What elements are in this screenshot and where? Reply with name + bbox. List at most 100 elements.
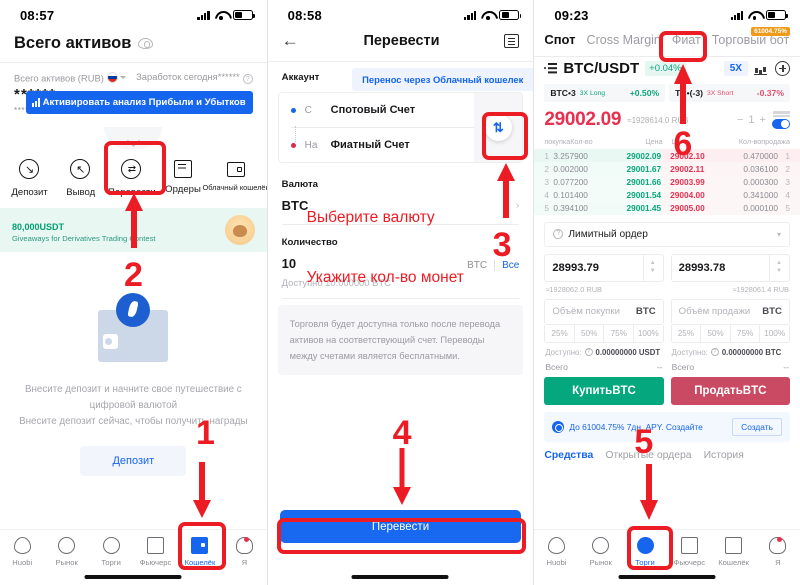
buy-button[interactable]: КупитьBTC (544, 376, 664, 405)
tab-cross-margin[interactable]: Cross Margin (587, 33, 661, 47)
promo-banner[interactable]: 80,000USDT Giveaways for Derivatives Tra… (0, 208, 267, 252)
sell-pct-50[interactable]: 50% (700, 324, 730, 342)
amount-input[interactable]: 10 (282, 256, 296, 271)
nav-futures[interactable]: Фьючерс (667, 537, 711, 567)
buy-pct-100[interactable]: 100% (633, 324, 663, 342)
sell-pct-100[interactable]: 100% (759, 324, 789, 342)
stepper-up-icon[interactable]: ▲ (650, 260, 656, 266)
sell-button[interactable]: ПродатьBTC (670, 376, 790, 405)
apy-create-button[interactable]: Создать (732, 417, 782, 436)
sell-avail-value: 0.00000000 BTC (721, 347, 782, 357)
home-indicator (618, 575, 716, 579)
swap-vertical-icon[interactable]: ⇅ (484, 114, 512, 141)
nav-market[interactable]: Рынок (579, 537, 623, 567)
nav-profile[interactable]: Я (222, 537, 266, 567)
trade-icon (636, 537, 654, 554)
action-withdraw[interactable]: ↖ Вывод (55, 159, 106, 198)
deposit-button[interactable]: Депозит (80, 446, 187, 476)
arrow-up-circle-icon: ↖ (69, 159, 90, 179)
tab-fiat[interactable]: Фиат (672, 33, 701, 47)
panel-transfer: 08:58 ← Перевести Аккаунт Перенос через … (266, 0, 534, 585)
depth-toggle-icon (771, 118, 790, 129)
nav-profile[interactable]: Я (756, 537, 800, 567)
annotation-step-5: 5 (634, 423, 654, 461)
orderbook-row[interactable]: 5 0.394100 29001.45 29005.00 0.000100 5 (534, 201, 800, 215)
nav-trade[interactable]: Торги (89, 537, 133, 567)
chevron-right-icon: › (515, 199, 520, 212)
ask-price: 29002.11 (670, 163, 705, 174)
chevron-down-icon[interactable] (119, 76, 126, 80)
battery-icon (499, 10, 522, 20)
trade-icon (102, 537, 120, 554)
depth-stepper[interactable]: − 1 + (737, 114, 766, 126)
records-icon[interactable] (504, 34, 520, 48)
tab-funds[interactable]: Средства (544, 450, 593, 461)
stepper-down-icon[interactable]: ▼ (650, 268, 656, 274)
buy-pct-25[interactable]: 25% (545, 325, 574, 342)
order-type-select[interactable]: ? Лимитный ордер ▾ (544, 221, 790, 247)
battery-icon (232, 10, 255, 20)
tab-spot[interactable]: Спот (544, 32, 575, 47)
help-icon[interactable]: ? (242, 74, 253, 84)
nav-wallet[interactable]: Кошелёк (178, 537, 222, 567)
bar-chart-icon (32, 98, 40, 107)
apy-promo-bar[interactable]: До 61004.75% 7дн. APY. Создайте Создать (544, 411, 790, 442)
status-bar: 08:57 (0, 0, 267, 30)
depth-view-toggle[interactable] (771, 111, 790, 129)
orderbook-row[interactable]: 1 3.257900 29002.09 29002.10 0.470000 1 (534, 149, 800, 163)
nav-huobi[interactable]: Huobi (534, 537, 578, 567)
sell-volume-input[interactable]: Объём продажи BTC (670, 298, 790, 325)
nav-market[interactable]: Рынок (44, 537, 88, 567)
buy-price-stepper[interactable]: ▲ ▼ (642, 254, 656, 281)
swap-accounts-area[interactable]: ⇅ (474, 93, 523, 162)
candlestick-chart-icon[interactable] (753, 62, 769, 75)
buy-pct-75[interactable]: 75% (603, 324, 633, 342)
market-icon (592, 537, 610, 554)
wallet-icon (725, 537, 743, 554)
orderbook-row[interactable]: 2 0.002000 29001.67 29002.11 0.036100 2 (534, 162, 800, 176)
stepper-down-icon[interactable]: ▼ (776, 268, 782, 274)
stepper-minus-icon[interactable]: − (737, 114, 743, 126)
nav-trade[interactable]: Торги (623, 537, 667, 567)
wallet-icon (191, 537, 209, 554)
lev-card-long[interactable]: BTC•3 3X Long +0.50% (544, 84, 666, 102)
pull-handle[interactable] (0, 135, 267, 149)
bottom-nav-3: Huobi Рынок Торги Фьючерс Кошелёк Я (534, 529, 800, 585)
cloud-wallet-transfer-link[interactable]: Перенос через Облачный кошелек (352, 68, 534, 91)
earnings-value: ****** (217, 71, 240, 82)
lev-card-short[interactable]: TC•(-3) 3X Short -0.37% (669, 84, 790, 102)
orderbook-row[interactable]: 3 0.077200 29001.66 29003.99 0.000300 3 (534, 175, 800, 189)
dot-blue-icon (290, 107, 296, 113)
pair-list-icon[interactable] (544, 63, 558, 74)
buy-volume-input[interactable]: Объём покупки BTC (544, 298, 664, 325)
eye-toggle-icon[interactable] (138, 38, 154, 49)
buy-price-input[interactable]: 28993.79 ▲ ▼ (544, 253, 664, 282)
pnl-analysis-button[interactable]: Активировать анализ Прибыли и Убытков (26, 91, 253, 114)
action-transfer[interactable]: ⇄ Перевести (106, 159, 157, 198)
orderbook-row[interactable]: 4 0.101400 29001.54 29004.00 0.341000 4 (534, 188, 800, 202)
nav-futures[interactable]: Фьючерс (133, 537, 177, 567)
sell-price-stepper[interactable]: ▲ ▼ (769, 254, 782, 281)
promo-currency: USDT (39, 222, 65, 232)
stepper-up-icon[interactable]: ▲ (776, 260, 782, 266)
buy-pct-50[interactable]: 50% (573, 324, 604, 342)
plus-circle-icon[interactable] (774, 61, 790, 76)
action-deposit[interactable]: ↘ Депозит (4, 159, 55, 198)
action-orders[interactable]: Ордеры (157, 159, 208, 195)
pair-name[interactable]: BTC/USDT (563, 60, 639, 77)
leverage-badge[interactable]: 5X (723, 61, 748, 76)
order-form: 28993.79 ▲ ▼ ≈1928062.0 RUB Объём покупки… (534, 253, 800, 405)
sell-pct-75[interactable]: 75% (729, 324, 760, 342)
transfer-submit-button[interactable]: Перевести (279, 510, 522, 543)
nav-wallet[interactable]: Кошелёк (711, 537, 755, 567)
sell-price-input[interactable]: 28993.78 ▲ ▼ (670, 253, 790, 282)
transfer-note: Торговля будет доступна только после пер… (277, 305, 524, 375)
to-account-name: Фиатный Счет (330, 139, 410, 151)
back-arrow-icon[interactable]: ← (282, 32, 299, 49)
action-cloud-wallet[interactable]: Облачный кошелёк (203, 159, 267, 192)
sell-pct-25[interactable]: 25% (672, 325, 701, 342)
tab-history[interactable]: История (704, 450, 744, 461)
trade-top-tabs: Спот Cross Margin Фиат Торговый бот 6100… (534, 27, 800, 56)
nav-huobi[interactable]: Huobi (0, 537, 44, 567)
stepper-plus-icon[interactable]: + (760, 114, 766, 126)
